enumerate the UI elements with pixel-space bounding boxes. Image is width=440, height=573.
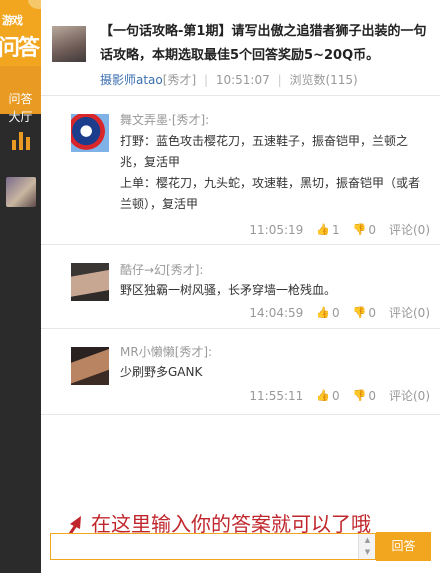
bar-chart-icon-bar — [11, 140, 16, 150]
answerer-name[interactable]: 酷仔→幻[秀才]: — [120, 261, 203, 278]
thumbs-down-icon: 👎 — [352, 389, 367, 402]
question-meta: 摄影师atao[秀才] | 10:51:07 | 浏览数(115) — [100, 71, 358, 88]
dislike-count: 0 — [368, 222, 376, 237]
answer-item: 酷仔→幻[秀才]: 野区独霸一树风骚，长矛穿墙一枪残血。 14:04:59 👍 0… — [41, 245, 440, 329]
answer-footer: 11:05:19 👍 1 👎 0 评论(0) — [249, 221, 430, 238]
thumbs-up-icon: 👍 — [316, 389, 331, 402]
question-title: 【一句话攻略-第1期】请写出傲之追猎者狮子出装的一句话攻略，本期选取最佳5个回答… — [100, 24, 427, 63]
dislike-button[interactable]: 👎 0 — [353, 223, 376, 237]
answer-footer: 14:04:59 👍 0 👎 0 评论(0) — [249, 304, 430, 321]
meta-divider: | — [203, 73, 209, 87]
answer-item: 舞文弄墨·[秀才]: 打野：蓝色攻击樱花刀，五速鞋子，振奋铠甲，兰顿之兆，复活甲… — [41, 97, 440, 245]
like-button[interactable]: 👍 0 — [316, 389, 339, 403]
answer-input[interactable] — [51, 534, 351, 559]
thumbs-up-icon: 👍 — [316, 306, 331, 319]
answerer-name[interactable]: MR小懒懒[秀才]: — [120, 343, 212, 360]
answer-time: 14:04:59 — [249, 305, 304, 320]
bar-chart-icon[interactable] — [0, 116, 41, 164]
comment-link[interactable]: 评论(0) — [389, 221, 430, 238]
left-sidebar: 游戏 问答 问答 大厅 — [0, 0, 41, 573]
like-count: 1 — [332, 222, 340, 237]
scroll-up-icon[interactable]: ▲ — [359, 534, 376, 546]
answer-item: MR小懒懒[秀才]: 少刷野多GANK 11:55:11 👍 0 👎 0 评论(0) — [41, 329, 440, 415]
answerer-name[interactable]: 舞文弄墨·[秀才]: — [120, 111, 209, 128]
answerer-avatar[interactable] — [71, 114, 109, 152]
view-count: 浏览数(115) — [289, 73, 358, 87]
logo-text-big: 问答 — [0, 36, 40, 61]
answer-time: 11:55:11 — [249, 388, 304, 403]
answer-text: 打野：蓝色攻击樱花刀，五速鞋子，振奋铠甲，兰顿之兆，复活甲 上单：樱花刀，九头蛇… — [120, 131, 422, 215]
comment-link[interactable]: 评论(0) — [389, 387, 430, 404]
submit-answer-button[interactable]: 回答 — [376, 532, 431, 561]
user-thumbnail-image — [5, 177, 36, 207]
answerer-avatar[interactable] — [71, 347, 109, 385]
scroll-down-icon[interactable]: ▼ — [359, 546, 376, 558]
bar-chart-icon-bar — [25, 137, 30, 150]
dislike-button[interactable]: 👎 0 — [353, 389, 376, 403]
nav-user-thumbnail[interactable] — [0, 170, 41, 214]
answer-line: 上单：樱花刀，九头蛇，攻速鞋，黑切，振奋铠甲（或者兰顿），复活甲 — [120, 176, 421, 211]
nav-qa-hall[interactable]: 问答 大厅 — [0, 66, 41, 124]
thumbs-down-icon: 👎 — [352, 306, 367, 319]
logo-text-top: 游戏 — [2, 14, 23, 27]
dislike-count: 0 — [368, 388, 376, 403]
dislike-count: 0 — [368, 305, 376, 320]
input-scrollbar[interactable]: ▲ ▼ — [358, 534, 375, 559]
answer-input-box[interactable] — [50, 533, 376, 560]
answer-footer: 11:55:11 👍 0 👎 0 评论(0) — [249, 387, 430, 404]
question-time: 10:51:07 — [215, 73, 270, 87]
like-button[interactable]: 👍 1 — [316, 223, 339, 237]
answer-list: 舞文弄墨·[秀才]: 打野：蓝色攻击樱花刀，五速鞋子，振奋铠甲，兰顿之兆，复活甲… — [41, 97, 440, 415]
dislike-button[interactable]: 👎 0 — [353, 306, 376, 320]
answer-text: 少刷野多GANK — [120, 362, 422, 383]
answer-line: 野区独霸一树风骚，长矛穿墙一枪残血。 — [120, 283, 337, 297]
like-count: 0 — [332, 388, 340, 403]
answer-line: 少刷野多GANK — [120, 365, 203, 379]
logo-decoration — [28, 0, 41, 9]
asker-name-link[interactable]: 摄影师atao — [100, 73, 163, 87]
like-button[interactable]: 👍 0 — [316, 306, 339, 320]
game-qa-logo[interactable]: 游戏 问答 — [0, 0, 41, 66]
answer-line: 打野：蓝色攻击樱花刀，五速鞋子，振奋铠甲，兰顿之兆，复活甲 — [120, 134, 409, 169]
meta-divider: | — [277, 73, 282, 87]
asker-avatar[interactable] — [52, 26, 86, 62]
asker-rank-tag: [秀才] — [162, 73, 197, 87]
answer-text: 野区独霸一树风骚，长矛穿墙一枪残血。 — [120, 280, 422, 301]
like-count: 0 — [332, 305, 340, 320]
comment-link[interactable]: 评论(0) — [389, 304, 430, 321]
thumbs-down-icon: 👎 — [352, 223, 367, 236]
question-header: 【一句话攻略-第1期】请写出傲之追猎者狮子出装的一句话攻略，本期选取最佳5个回答… — [41, 0, 440, 96]
answer-time: 11:05:19 — [249, 222, 304, 237]
thumbs-up-icon: 👍 — [316, 223, 331, 236]
answerer-avatar[interactable] — [71, 263, 109, 301]
bar-chart-icon-bar — [18, 132, 23, 150]
